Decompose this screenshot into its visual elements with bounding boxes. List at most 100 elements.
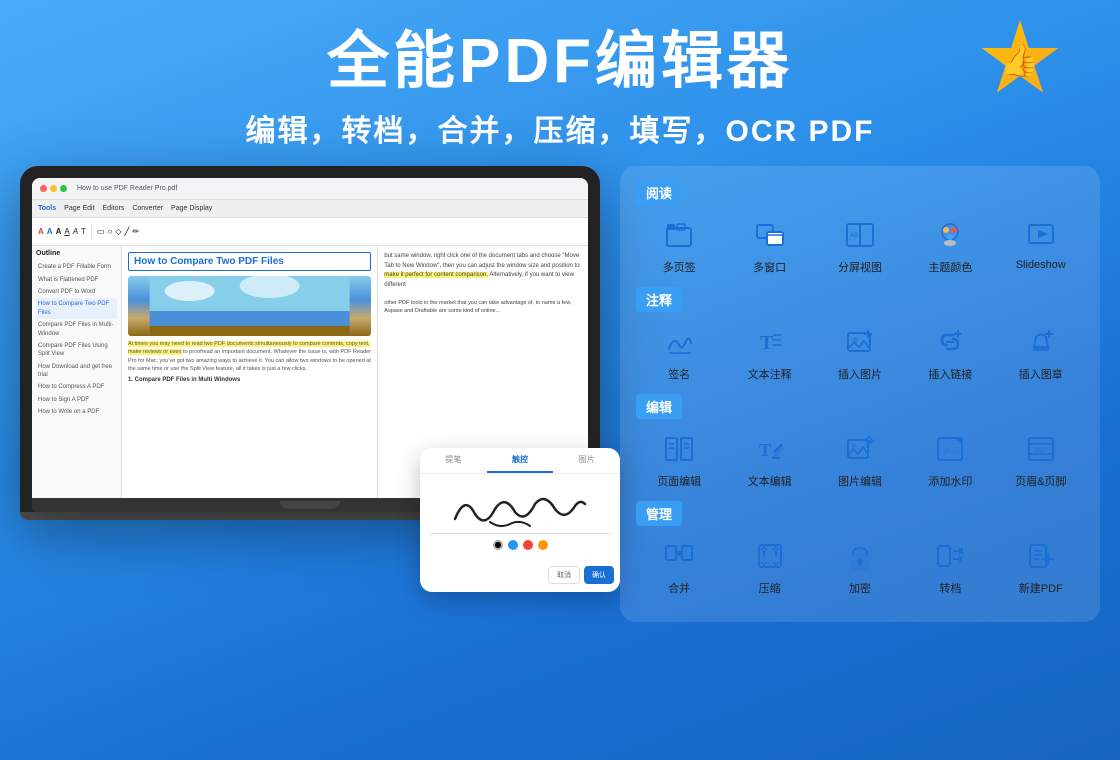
card-tab-write[interactable]: 提笔 bbox=[420, 448, 487, 473]
sidebar-item: What is Flattened PDF bbox=[36, 274, 117, 286]
reading-features-grid: 多页签 多窗口 bbox=[636, 215, 1084, 275]
signature-icon bbox=[659, 322, 699, 362]
insert-stamp-icon bbox=[1021, 322, 1061, 362]
confirm-button[interactable]: 确认 bbox=[584, 566, 614, 584]
feature-text-edit[interactable]: T 文本编辑 bbox=[726, 429, 812, 489]
feature-compress[interactable]: 压缩 bbox=[726, 536, 812, 596]
feature-new-pdf[interactable]: 新建PDF bbox=[998, 536, 1084, 596]
slideshow-icon bbox=[1021, 215, 1061, 255]
convert-label: 转档 bbox=[939, 580, 961, 596]
card-tabs: 提笔 触控 图片 bbox=[420, 448, 620, 474]
feature-image-edit[interactable]: 图片编辑 bbox=[817, 429, 903, 489]
article-title: How to Compare Two PDF Files bbox=[128, 252, 371, 271]
header-footer-label: 页眉&页脚 bbox=[1015, 473, 1066, 489]
text-annotation-icon: T bbox=[750, 322, 790, 362]
encrypt-icon bbox=[840, 536, 880, 576]
multi-tab-icon bbox=[659, 215, 699, 255]
signature-preview bbox=[430, 484, 610, 534]
sidebar-item: How to Sign A PDF bbox=[36, 394, 117, 406]
color-red[interactable] bbox=[523, 540, 533, 550]
theme-color-label: 主题颜色 bbox=[928, 259, 972, 275]
merge-icon bbox=[659, 536, 699, 576]
svg-text:T: T bbox=[759, 440, 771, 460]
feature-text-annotation[interactable]: T 文本注释 bbox=[726, 322, 812, 382]
feature-merge[interactable]: 合并 bbox=[636, 536, 722, 596]
watermark-icon: 水印 bbox=[930, 429, 970, 469]
article-body-text: At times you may need to read two PDF do… bbox=[128, 340, 371, 373]
laptop-sidebar: Outline Create a PDF Fillable Form What … bbox=[32, 246, 122, 498]
insert-stamp-label: 插入图章 bbox=[1019, 366, 1063, 382]
feature-header-footer[interactable]: 页眉&页脚 bbox=[998, 429, 1084, 489]
feature-insert-image[interactable]: 插入图片 bbox=[817, 322, 903, 382]
page-edit-label: 页面编辑 bbox=[657, 473, 701, 489]
image-edit-label: 图片编辑 bbox=[838, 473, 882, 489]
feature-multi-window[interactable]: 多窗口 bbox=[726, 215, 812, 275]
split-view-label: 分屏视图 bbox=[838, 259, 882, 275]
new-pdf-label: 新建PDF bbox=[1019, 580, 1063, 596]
cancel-button[interactable]: 取消 bbox=[548, 566, 580, 584]
feature-encrypt[interactable]: 加密 bbox=[817, 536, 903, 596]
sub-title: 编辑，转档，合并，压缩，填写，OCR PDF bbox=[0, 106, 1120, 150]
color-blue[interactable] bbox=[508, 540, 518, 550]
section-manage: 管理 合并 bbox=[636, 501, 1084, 596]
section-annotation-label: 注释 bbox=[636, 287, 682, 312]
section-reading: 阅读 多页签 bbox=[636, 180, 1084, 275]
card-signature-area bbox=[420, 474, 620, 566]
insert-link-label: 插入链接 bbox=[928, 366, 972, 382]
watermark-label: 添加水印 bbox=[928, 473, 972, 489]
menu-page-display: Page Display bbox=[171, 205, 212, 212]
sidebar-item: Create a PDF Fillable Form bbox=[36, 261, 117, 273]
article-step: 1. Compare PDF Files in Multi Windows bbox=[128, 377, 371, 383]
multi-window-label: 多窗口 bbox=[753, 259, 786, 275]
insert-link-icon bbox=[930, 322, 970, 362]
signature-card: 提笔 触控 图片 取消 bbox=[420, 448, 620, 592]
main-title: 全能PDF编辑器 bbox=[0, 28, 1120, 96]
signature-label: 签名 bbox=[668, 366, 690, 382]
text-annotation-label: 文本注释 bbox=[748, 366, 792, 382]
multi-tab-label: 多页签 bbox=[663, 259, 696, 275]
menu-page-edit: Page Edit bbox=[64, 205, 94, 212]
svg-text:AB: AB bbox=[850, 233, 858, 239]
sidebar-item: Convert PDF to Word bbox=[36, 286, 117, 298]
menu-editors: Editors bbox=[103, 205, 125, 212]
compress-icon bbox=[750, 536, 790, 576]
laptop-toolbar: How to use PDF Reader Pro.pdf bbox=[32, 178, 588, 200]
sidebar-item: Compare PDF Files Using Split View bbox=[36, 340, 117, 361]
sidebar-heading: Outline bbox=[36, 250, 117, 257]
feature-split-view[interactable]: AB 分屏视图 bbox=[817, 215, 903, 275]
text-edit-label: 文本编辑 bbox=[748, 473, 792, 489]
svg-text:T: T bbox=[760, 332, 774, 354]
sidebar-item: Compare PDF Files in Multi-Window bbox=[36, 319, 117, 340]
color-black[interactable] bbox=[493, 540, 503, 550]
edit-features-grid: 页面编辑 T 文本编辑 bbox=[636, 429, 1084, 489]
section-annotation: 注释 签名 T bbox=[636, 287, 1084, 382]
feature-theme-color[interactable]: 主题颜色 bbox=[907, 215, 993, 275]
svg-text:水印: 水印 bbox=[941, 446, 960, 456]
annotation-features-grid: 签名 T 文本注释 bbox=[636, 322, 1084, 382]
section-edit-label: 编辑 bbox=[636, 394, 682, 419]
card-actions: 取消 确认 bbox=[420, 566, 620, 592]
compress-label: 压缩 bbox=[759, 580, 781, 596]
page-edit-icon bbox=[659, 429, 699, 469]
article-image bbox=[128, 276, 371, 336]
feature-insert-stamp[interactable]: 插入图章 bbox=[998, 322, 1084, 382]
insert-image-label: 插入图片 bbox=[838, 366, 882, 382]
menu-converter: Converter bbox=[132, 205, 163, 212]
feature-watermark[interactable]: 水印 添加水印 bbox=[907, 429, 993, 489]
feature-signature[interactable]: 签名 bbox=[636, 322, 722, 382]
theme-color-icon bbox=[930, 215, 970, 255]
section-edit: 编辑 页面编辑 bbox=[636, 394, 1084, 489]
manage-features-grid: 合并 bbox=[636, 536, 1084, 596]
laptop-menu-bar: Tools Page Edit Editors Converter Page D… bbox=[32, 200, 588, 218]
feature-slideshow[interactable]: Slideshow bbox=[998, 215, 1084, 275]
feature-multi-tab[interactable]: 多页签 bbox=[636, 215, 722, 275]
article-left-col: How to Compare Two PDF Files bbox=[122, 246, 378, 498]
feature-convert[interactable]: 转档 bbox=[907, 536, 993, 596]
feature-insert-link[interactable]: 插入链接 bbox=[907, 322, 993, 382]
card-tab-touch[interactable]: 触控 bbox=[487, 448, 554, 473]
color-orange[interactable] bbox=[538, 540, 548, 550]
feature-page-edit[interactable]: 页面编辑 bbox=[636, 429, 722, 489]
toolbar-filename: How to use PDF Reader Pro.pdf bbox=[77, 185, 177, 192]
card-tab-image[interactable]: 图片 bbox=[553, 448, 620, 473]
section-manage-label: 管理 bbox=[636, 501, 682, 526]
